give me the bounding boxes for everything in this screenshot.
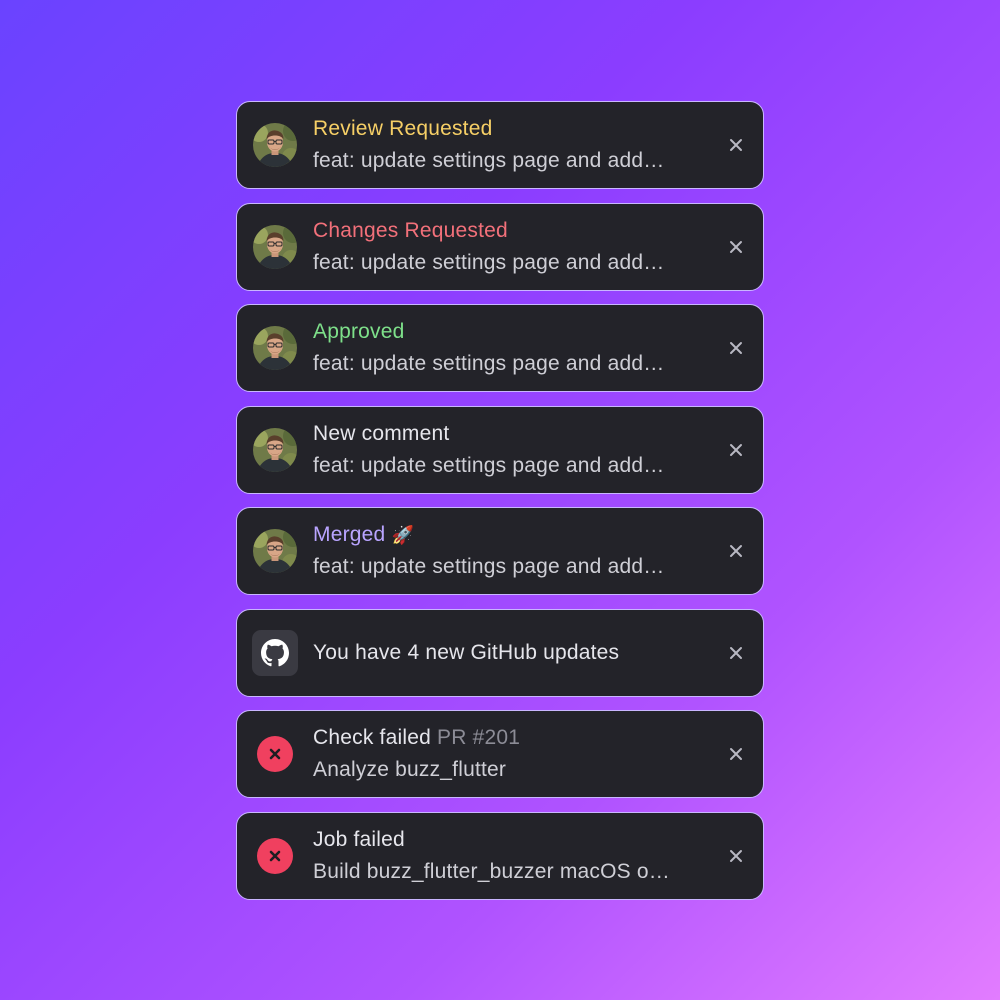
notification-card[interactable]: Merged 🚀 feat: update settings page and … bbox=[236, 507, 764, 595]
close-icon[interactable] bbox=[725, 540, 747, 562]
notification-card[interactable]: New comment feat: update settings page a… bbox=[236, 405, 764, 494]
rocket-icon: 🚀 bbox=[391, 525, 415, 545]
notification-text: Job failed Build buzz_flutter_buzzer mac… bbox=[313, 828, 703, 884]
notification-title: Check failed PR #201 bbox=[313, 726, 703, 750]
notification-title-text: Check failed bbox=[313, 726, 431, 749]
user-avatar bbox=[252, 427, 298, 473]
user-avatar bbox=[252, 528, 298, 574]
user-avatar bbox=[252, 122, 298, 168]
notification-subtitle: feat: update settings page and add… bbox=[313, 352, 665, 375]
notification-text: Merged 🚀 feat: update settings page and … bbox=[313, 523, 703, 579]
notification-title-text: Merged bbox=[313, 523, 386, 546]
close-icon[interactable] bbox=[725, 337, 747, 359]
notification-subtitle: feat: update settings page and add… bbox=[313, 453, 665, 477]
close-icon[interactable] bbox=[725, 642, 747, 664]
notification-title: Job failed bbox=[313, 827, 405, 851]
notification-text: Review Requested feat: update settings p… bbox=[313, 117, 703, 173]
notification-subtitle: Build buzz_flutter_buzzer macOS o… bbox=[313, 859, 670, 883]
notification-card[interactable]: Check failed PR #201 Analyze buzz_flutte… bbox=[236, 710, 764, 798]
user-avatar bbox=[252, 224, 298, 270]
user-avatar bbox=[252, 325, 298, 371]
notification-text: Approved feat: update settings page and … bbox=[313, 320, 703, 376]
notification-card[interactable]: Job failed Build buzz_flutter_buzzer mac… bbox=[236, 811, 764, 900]
notification-title: New comment bbox=[313, 421, 450, 445]
notification-title: Approved bbox=[313, 320, 405, 343]
close-icon[interactable] bbox=[725, 134, 747, 156]
close-icon[interactable] bbox=[725, 743, 747, 765]
notification-card[interactable]: Changes Requested feat: update settings … bbox=[236, 202, 764, 291]
notification-text: New comment feat: update settings page a… bbox=[313, 422, 703, 478]
notification-card[interactable]: Approved feat: update settings page and … bbox=[236, 304, 764, 392]
notification-message: You have 4 new GitHub updates bbox=[313, 640, 620, 664]
close-icon[interactable] bbox=[725, 439, 747, 461]
github-icon bbox=[252, 629, 298, 676]
notification-text: Check failed PR #201 Analyze buzz_flutte… bbox=[313, 726, 703, 782]
notification-title: Review Requested bbox=[313, 117, 493, 140]
notification-card[interactable]: Review Requested feat: update settings p… bbox=[236, 101, 764, 189]
pr-number: PR #201 bbox=[437, 726, 521, 749]
notification-stack: Review Requested feat: update settings p… bbox=[236, 101, 764, 900]
notification-subtitle: feat: update settings page and add… bbox=[313, 555, 665, 578]
notification-title: Changes Requested bbox=[313, 218, 508, 242]
notification-subtitle: feat: update settings page and add… bbox=[313, 250, 665, 274]
status-icon bbox=[252, 833, 298, 879]
notification-subtitle: feat: update settings page and add… bbox=[313, 149, 665, 172]
notification-subtitle: Analyze buzz_flutter bbox=[313, 758, 507, 781]
notification-text: Changes Requested feat: update settings … bbox=[313, 219, 703, 275]
error-icon bbox=[257, 736, 293, 772]
notification-title: Merged 🚀 bbox=[313, 523, 703, 547]
close-icon[interactable] bbox=[725, 236, 747, 258]
github-tile bbox=[252, 629, 298, 676]
notification-card[interactable]: You have 4 new GitHub updates bbox=[236, 608, 764, 697]
notification-text: You have 4 new GitHub updates bbox=[313, 641, 703, 665]
close-icon[interactable] bbox=[725, 845, 747, 867]
error-icon bbox=[257, 837, 293, 874]
status-icon bbox=[252, 731, 298, 777]
